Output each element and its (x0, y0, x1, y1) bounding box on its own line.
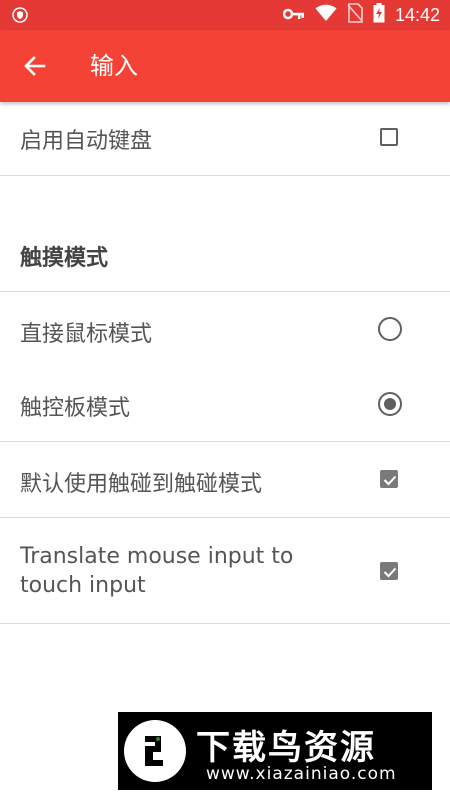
setting-label: 直接鼠标模式 (20, 322, 153, 347)
settings-list: 启用自动键盘 触摸模式 直接鼠标模式 触控板模式 默认使用触碰到触碰模式 Tra… (0, 102, 450, 624)
setting-label: 触控板模式 (20, 396, 131, 421)
check-icon (383, 475, 397, 486)
key-icon (282, 6, 305, 25)
touchpad-mode-radio[interactable] (378, 392, 402, 416)
back-button[interactable] (14, 45, 56, 87)
watermark-title: 下载鸟资源 (196, 728, 376, 768)
check-icon (383, 567, 397, 578)
setting-label: 默认使用触碰到触碰模式 (20, 472, 263, 497)
setting-label: Translate mouse input to touch input (20, 542, 293, 600)
arrow-left-icon (14, 56, 56, 91)
status-bar: 14:42 (0, 0, 450, 30)
setting-label-line2: touch input (20, 573, 146, 598)
page-title: 输入 (90, 52, 138, 80)
app-bar: 输入 (0, 30, 450, 102)
battery-charging-icon (373, 3, 385, 27)
translate-mouse-checkbox[interactable] (380, 562, 398, 580)
setting-auto-keyboard[interactable]: 启用自动键盘 (0, 102, 450, 175)
section-title: 触摸模式 (20, 246, 109, 271)
auto-keyboard-checkbox[interactable] (380, 128, 398, 146)
shield-icon (12, 7, 28, 23)
watermark-url: www.xiazainiao.com (206, 764, 397, 784)
no-sim-icon (347, 3, 363, 27)
default-touch-checkbox[interactable] (380, 470, 398, 488)
radio-selected-dot (384, 398, 396, 410)
setting-mouse-mode[interactable]: 直接鼠标模式 (0, 292, 450, 368)
section-header-touch: 触摸模式 (0, 176, 450, 291)
mouse-mode-radio[interactable] (378, 317, 402, 341)
watermark: 下载鸟资源 www.xiazainiao.com (118, 712, 432, 790)
wifi-icon (315, 4, 337, 26)
setting-label: 启用自动键盘 (20, 129, 153, 154)
setting-default-touch[interactable]: 默认使用触碰到触碰模式 (0, 442, 450, 517)
bird-logo-icon (124, 720, 186, 782)
setting-translate-mouse[interactable]: Translate mouse input to touch input (0, 518, 450, 623)
setting-label-line1: Translate mouse input to (20, 544, 294, 569)
status-time: 14:42 (394, 4, 440, 25)
divider (0, 623, 450, 624)
setting-touchpad-mode[interactable]: 触控板模式 (0, 368, 450, 441)
